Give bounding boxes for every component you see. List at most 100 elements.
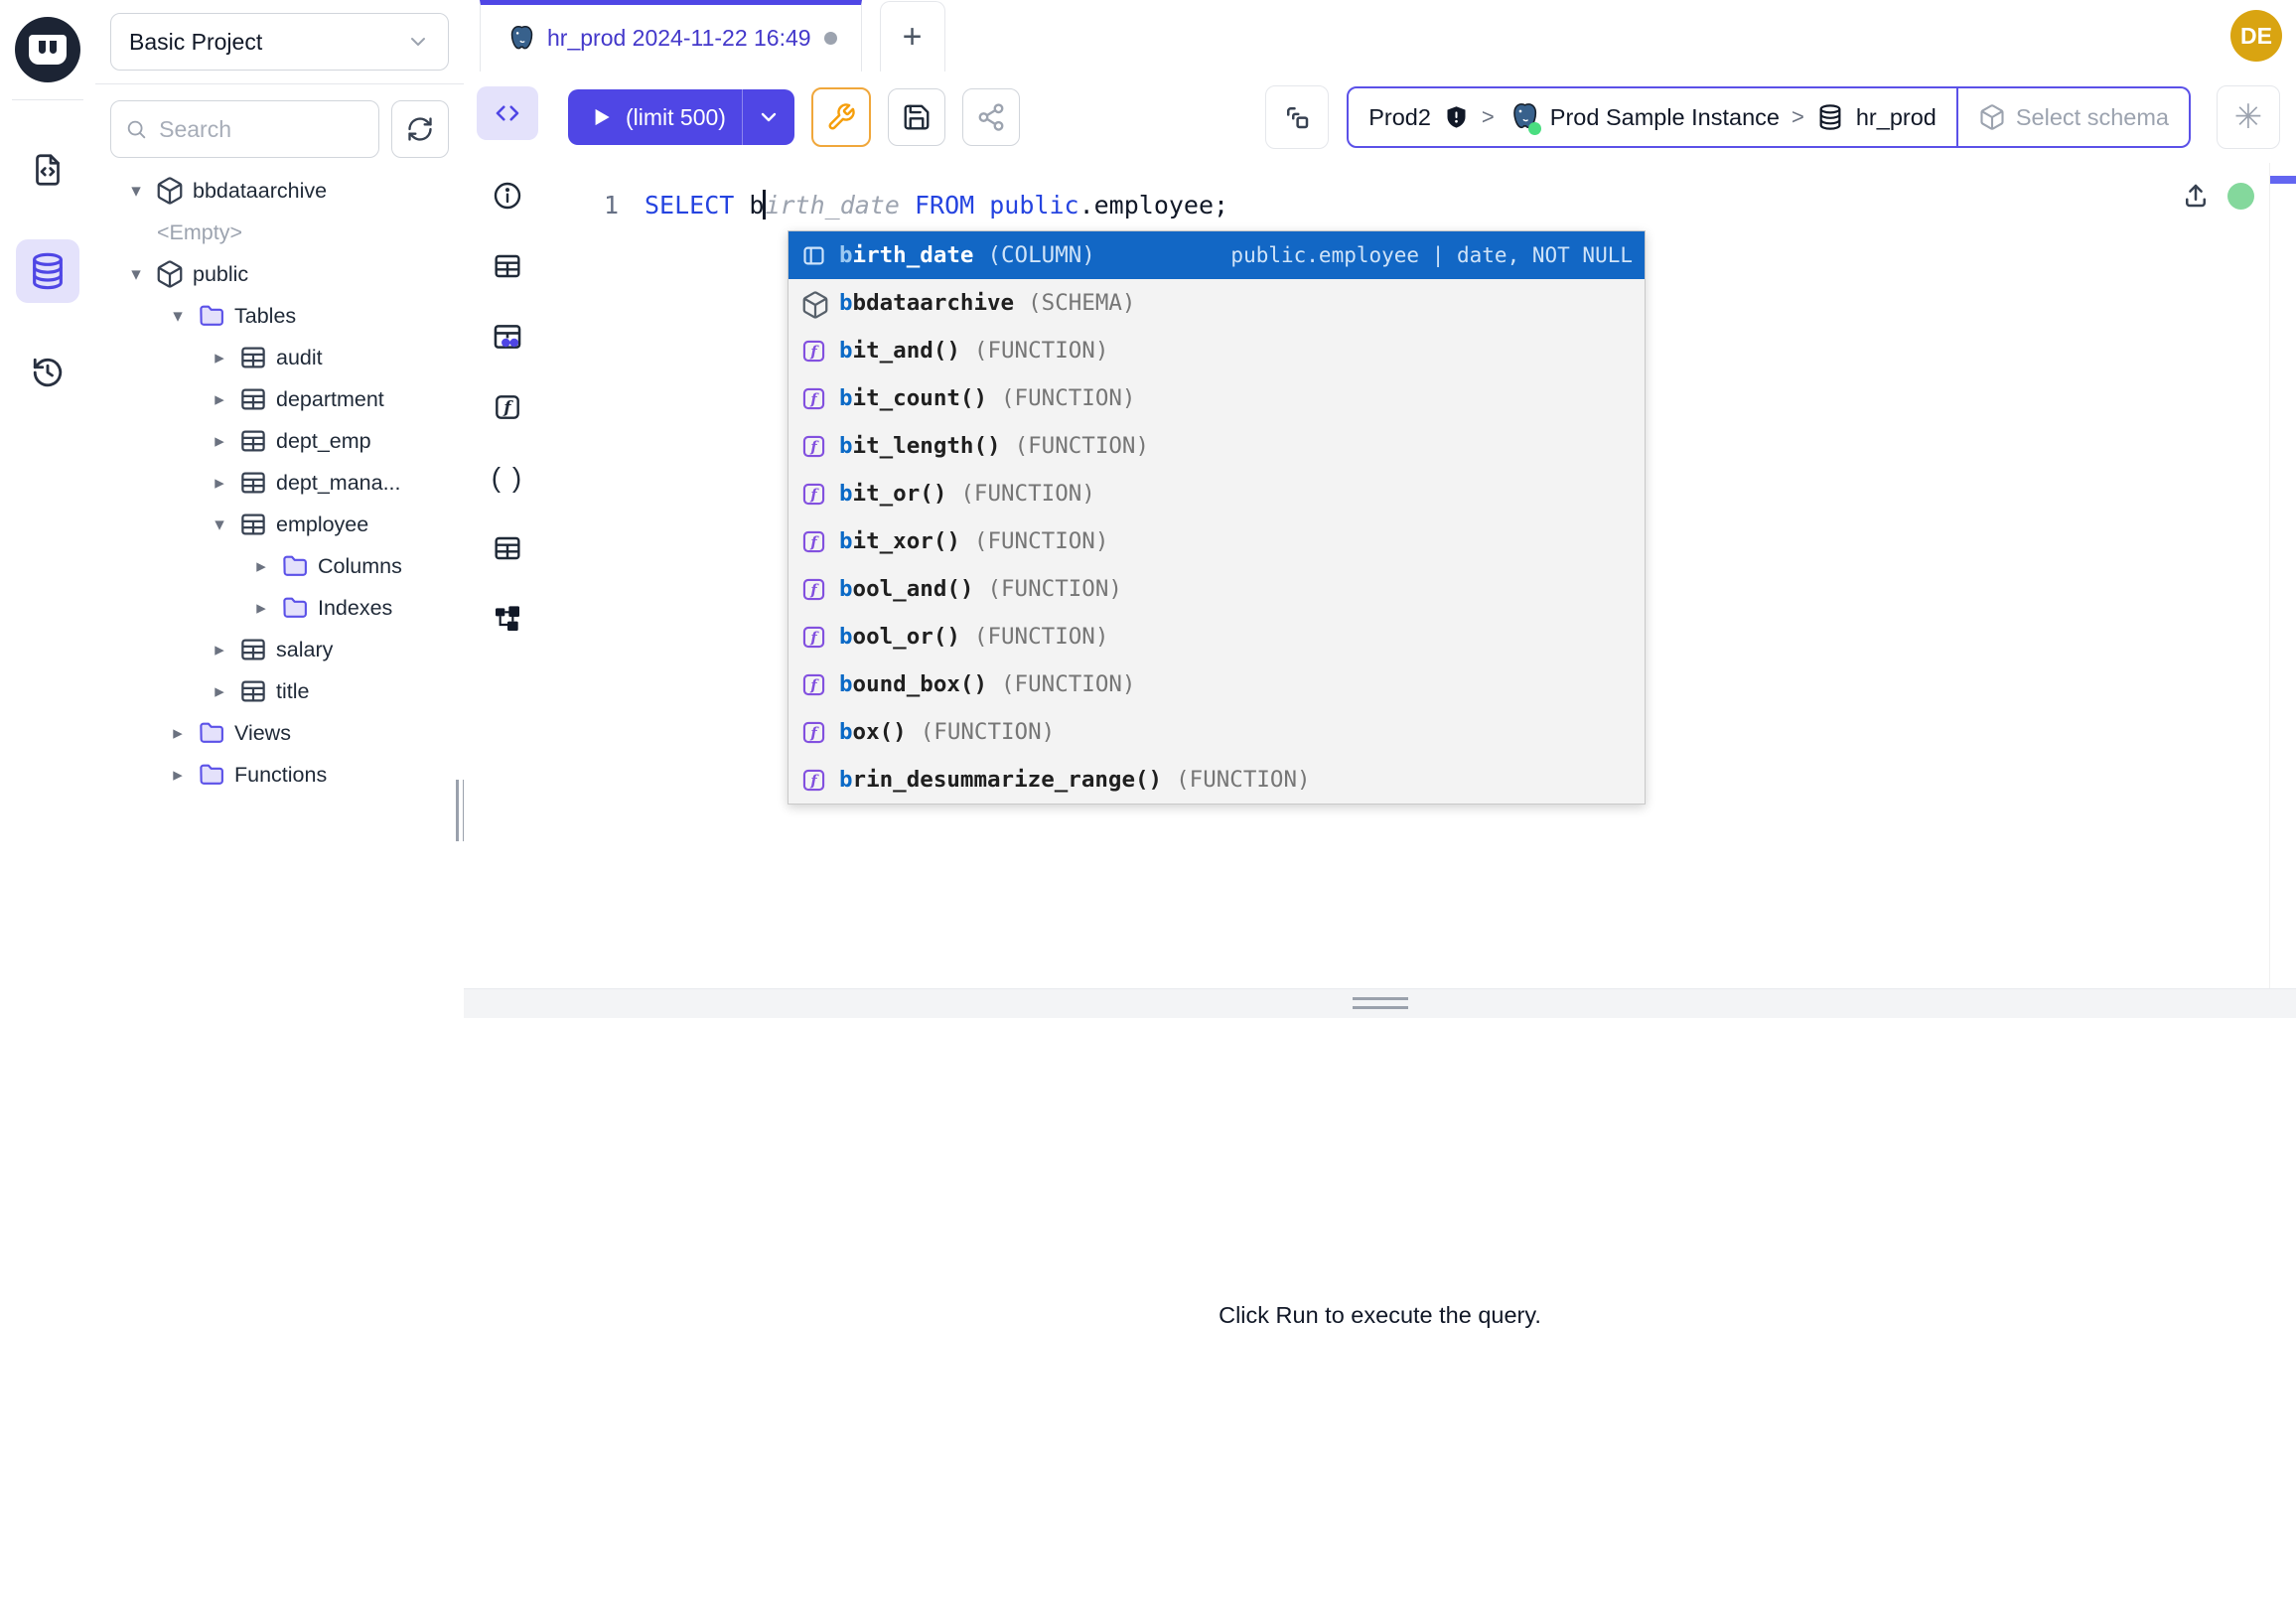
tree-item--empty-[interactable]: <Empty> bbox=[95, 212, 464, 253]
procedures-button[interactable]: ( ) bbox=[488, 458, 527, 498]
suggestion-brin-desummarize-range-[interactable]: fbrin_desummarize_range()(FUNCTION) bbox=[789, 756, 1645, 804]
sql-editor[interactable]: 1 SELECT birth_date FROM public.employee… bbox=[551, 163, 2296, 988]
rail-item-worksheet[interactable] bbox=[16, 138, 79, 202]
suggestion-name: brin_desummarize_range() bbox=[839, 767, 1162, 793]
tree-item-audit[interactable]: ▸audit bbox=[95, 337, 464, 378]
suggestion-bit-count-[interactable]: fbit_count()(FUNCTION) bbox=[789, 374, 1645, 422]
run-button[interactable]: (limit 500) bbox=[568, 89, 794, 145]
format-sql-button[interactable] bbox=[811, 87, 871, 147]
tab-active[interactable]: hr_prod 2024-11-22 16:49 bbox=[480, 0, 862, 72]
instance-status-dot bbox=[1528, 122, 1541, 135]
chevron-right-icon[interactable]: ▸ bbox=[207, 639, 232, 661]
table-icon bbox=[238, 510, 268, 539]
suggestion-bbdataarchive[interactable]: bbdataarchive(SCHEMA) bbox=[789, 279, 1645, 327]
suggestion-kind: (FUNCTION) bbox=[1015, 433, 1149, 459]
suggestion-name: bit_length() bbox=[839, 433, 1001, 459]
function-icon: f bbox=[800, 624, 827, 651]
tree-item-views[interactable]: ▸Views bbox=[95, 712, 464, 754]
chevron-down-icon[interactable]: ▾ bbox=[123, 263, 149, 286]
user-avatar[interactable]: DE bbox=[2230, 10, 2282, 62]
tree-item-label: department bbox=[276, 387, 384, 412]
bytebase-logo[interactable] bbox=[15, 17, 80, 82]
tree-item-label: <Empty> bbox=[157, 220, 242, 245]
tree-item-dept-mana-[interactable]: ▸dept_mana... bbox=[95, 462, 464, 504]
schema-diagram-button[interactable] bbox=[488, 599, 527, 639]
suggestion-bound-box-[interactable]: fbound_box()(FUNCTION) bbox=[789, 660, 1645, 708]
database-label: hr_prod bbox=[1856, 104, 1937, 131]
nav-rail-items bbox=[0, 100, 95, 404]
tree-item-dept-emp[interactable]: ▸dept_emp bbox=[95, 420, 464, 462]
project-selector-value: Basic Project bbox=[129, 29, 262, 56]
tab-title: hr_prod 2024-11-22 16:49 bbox=[547, 25, 811, 52]
folder-icon bbox=[197, 760, 226, 790]
connection-scope-button[interactable]: Prod2 > Prod Sample Instance > hr_prod bbox=[1347, 86, 1958, 148]
project-selector[interactable]: Basic Project bbox=[110, 13, 449, 71]
tree-item-department[interactable]: ▸ department bbox=[95, 378, 464, 420]
info-button[interactable] bbox=[488, 176, 527, 216]
add-tab-button[interactable]: + bbox=[880, 1, 945, 72]
share-button[interactable] bbox=[962, 88, 1020, 146]
ai-assistant-button[interactable]: ✳ bbox=[2217, 85, 2280, 149]
chevron-right-icon[interactable]: ▸ bbox=[165, 764, 191, 787]
chevron-right-icon[interactable]: ▸ bbox=[248, 555, 274, 578]
suggestion-bool-or-[interactable]: fbool_or()(FUNCTION) bbox=[789, 613, 1645, 660]
chevron-right-icon[interactable]: ▸ bbox=[207, 430, 232, 453]
connection-panel-button[interactable] bbox=[1265, 85, 1329, 149]
function-icon: f bbox=[800, 385, 827, 412]
postgres-icon bbox=[504, 24, 534, 54]
refresh-button[interactable] bbox=[391, 100, 449, 158]
suggestion-kind: (FUNCTION) bbox=[960, 481, 1094, 507]
chevron-down-icon[interactable]: ▾ bbox=[207, 513, 232, 536]
suggestion-name: bit_or() bbox=[839, 481, 946, 507]
splitter-grip[interactable] bbox=[1353, 997, 1408, 1015]
suggestion-birth-date[interactable]: birth_date(COLUMN)public.employee | date… bbox=[789, 231, 1645, 279]
tree-item-salary[interactable]: ▸salary bbox=[95, 629, 464, 670]
cursor-position-marker bbox=[2270, 176, 2296, 184]
suggestion-bit-or-[interactable]: fbit_or()(FUNCTION) bbox=[789, 470, 1645, 517]
rail-item-database[interactable] bbox=[16, 239, 79, 303]
schema-selector[interactable]: Select schema bbox=[1958, 86, 2191, 148]
tables-button[interactable] bbox=[488, 246, 527, 286]
table-data-preview-button[interactable] bbox=[488, 317, 527, 357]
functions-button[interactable]: f bbox=[488, 387, 527, 427]
run-options-caret[interactable] bbox=[742, 89, 794, 145]
search-input[interactable] bbox=[157, 115, 364, 144]
breadcrumb-separator: > bbox=[1482, 104, 1495, 130]
tree-item-indexes[interactable]: ▸Indexes bbox=[95, 587, 464, 629]
suggestion-name: bound_box() bbox=[839, 671, 987, 697]
suggestion-bit-xor-[interactable]: fbit_xor()(FUNCTION) bbox=[789, 517, 1645, 565]
tree-item-columns[interactable]: ▸Columns bbox=[95, 545, 464, 587]
environment-label: Prod2 bbox=[1368, 104, 1431, 131]
chevron-right-icon[interactable]: ▸ bbox=[207, 347, 232, 369]
export-icon bbox=[2181, 181, 2211, 211]
chevron-right-icon[interactable]: ▸ bbox=[207, 680, 232, 703]
suggestion-bit-and-[interactable]: fbit_and()(FUNCTION) bbox=[789, 327, 1645, 374]
schema-icon bbox=[800, 290, 827, 317]
panel-splitter[interactable] bbox=[464, 988, 2296, 1020]
tree-item-label: bbdataarchive bbox=[193, 179, 327, 204]
chevron-right-icon[interactable]: ▸ bbox=[207, 388, 232, 411]
divider bbox=[95, 83, 464, 84]
tree-item-functions[interactable]: ▸Functions bbox=[95, 754, 464, 796]
export-button[interactable] bbox=[2181, 181, 2211, 211]
tree-item-employee[interactable]: ▾employee bbox=[95, 504, 464, 545]
rail-item-history[interactable] bbox=[16, 341, 79, 404]
suggestion-box-[interactable]: fbox()(FUNCTION) bbox=[789, 708, 1645, 756]
chevron-down-icon[interactable]: ▾ bbox=[165, 305, 191, 328]
external-tables-button[interactable] bbox=[488, 528, 527, 568]
function-icon: f bbox=[492, 391, 523, 423]
save-button[interactable] bbox=[888, 88, 945, 146]
code-panel-toggle[interactable] bbox=[477, 86, 538, 140]
results-panel: Click Run to execute the query. bbox=[464, 1018, 2296, 1613]
chevron-right-icon[interactable]: ▸ bbox=[207, 472, 232, 495]
tree-item-bbdataarchive[interactable]: ▾ bbdataarchive bbox=[95, 170, 464, 212]
chevron-down-icon[interactable]: ▾ bbox=[123, 180, 149, 203]
tree-item-public[interactable]: ▾public bbox=[95, 253, 464, 295]
suggestion-bool-and-[interactable]: fbool_and()(FUNCTION) bbox=[789, 565, 1645, 613]
tree-item-title[interactable]: ▸title bbox=[95, 670, 464, 712]
suggestion-bit-length-[interactable]: fbit_length()(FUNCTION) bbox=[789, 422, 1645, 470]
chevron-right-icon[interactable]: ▸ bbox=[165, 722, 191, 745]
chevron-right-icon[interactable]: ▸ bbox=[248, 597, 274, 620]
tree-item-tables[interactable]: ▾Tables bbox=[95, 295, 464, 337]
schema-diagram-icon bbox=[492, 603, 523, 635]
